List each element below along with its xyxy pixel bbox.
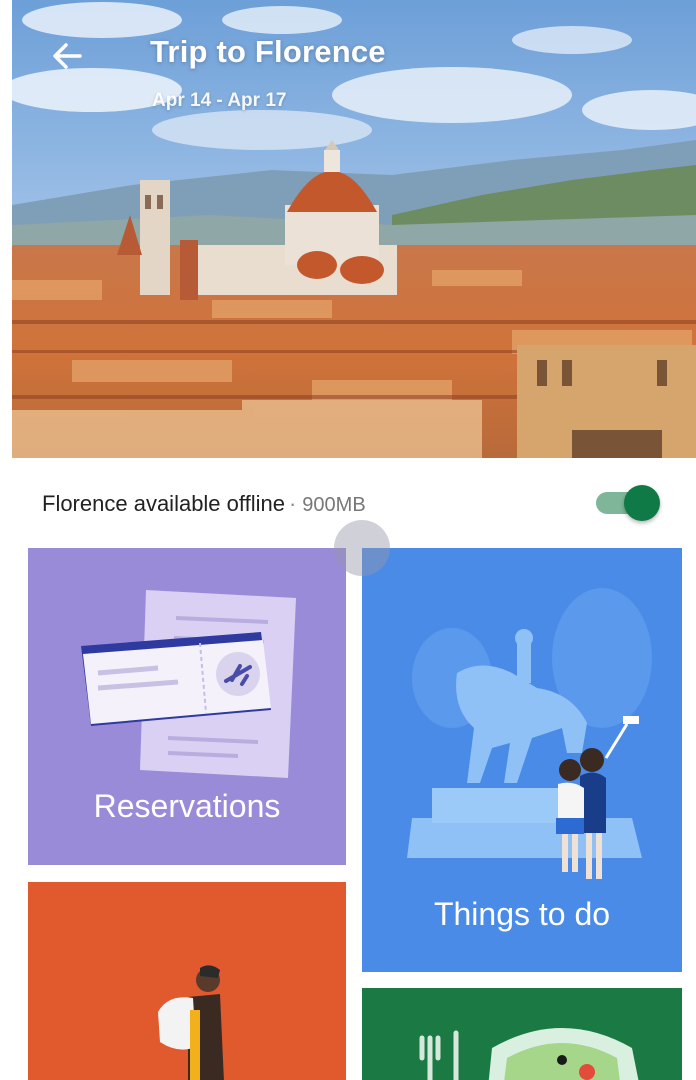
offline-text: Florence available offline · 900MB	[42, 491, 366, 517]
back-button[interactable]	[46, 36, 86, 76]
reservations-label: Reservations	[93, 788, 281, 824]
food-card[interactable]	[362, 988, 682, 1080]
trip-screen: Trip to Florence Apr 14 - Apr 17 Florenc…	[12, 0, 696, 1080]
trip-title: Trip to Florence	[150, 34, 386, 69]
offline-size: 900MB	[302, 494, 366, 516]
food-plate-illustration	[419, 1028, 639, 1080]
things-to-do-label: Things to do	[433, 896, 611, 932]
arrow-back-icon	[53, 43, 82, 69]
reservations-card[interactable]: Reservations	[28, 548, 346, 865]
things-to-do-card[interactable]: Things to do	[362, 548, 682, 972]
backpacker-illustration	[158, 965, 224, 1080]
hero-image: Trip to Florence Apr 14 - Apr 17	[12, 0, 696, 458]
touch-indicator	[334, 520, 390, 576]
offline-label: Florence available offline	[42, 491, 285, 516]
toggle-thumb	[624, 485, 660, 521]
offline-toggle[interactable]	[592, 484, 664, 521]
traveler-card[interactable]	[28, 882, 346, 1080]
trip-dates: Apr 14 - Apr 17	[152, 90, 287, 111]
offline-separator: ·	[288, 491, 297, 516]
